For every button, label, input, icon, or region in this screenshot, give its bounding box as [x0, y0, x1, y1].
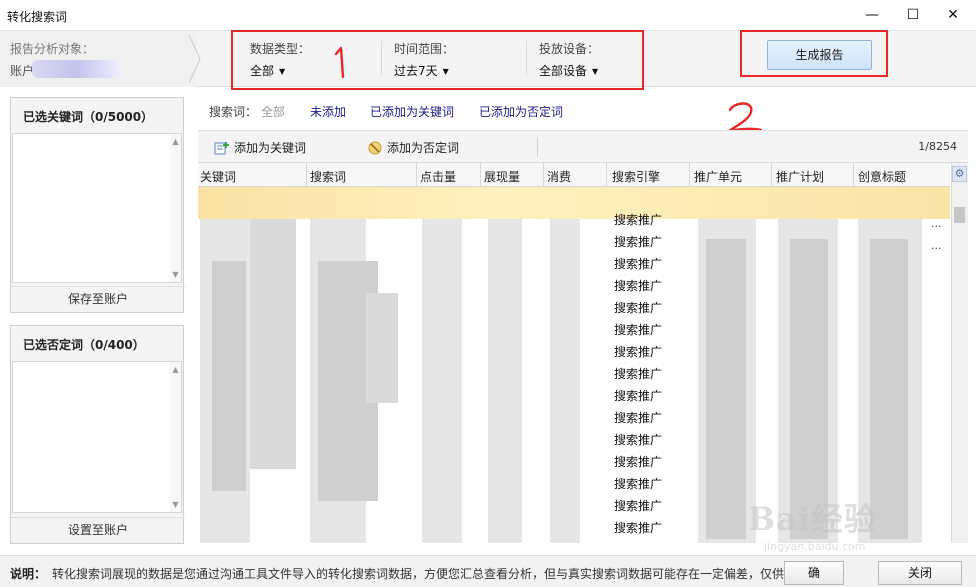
save-to-account-button[interactable]: 保存至账户	[11, 286, 185, 313]
search-engine-cell: 搜索推广	[614, 279, 663, 293]
minimize-button[interactable]: —	[860, 4, 884, 26]
more-indicator: ...	[931, 239, 942, 252]
redacted-account-name	[32, 60, 120, 78]
column-header-creative-title[interactable]: 创意标题	[858, 168, 906, 185]
report-target-label: 报告分析对象：	[10, 42, 95, 56]
search-engine-cell: 搜索推广	[614, 257, 663, 271]
scroll-down-icon[interactable]: ▼	[171, 270, 180, 279]
ok-button[interactable]: 确	[784, 561, 844, 585]
table-header: 关键词 搜索词 点击量 展现量 消费 搜索引擎 推广单元 推广计划 创意标题	[198, 163, 950, 187]
redacted-cell-block	[250, 219, 296, 469]
column-divider	[543, 163, 544, 187]
search-term-filter: 搜索词： 全部 未添加 已添加为关键词 已添加为否定词	[200, 96, 970, 126]
search-engine-cell: 搜索推广	[614, 521, 663, 535]
redacted-cell-block	[706, 239, 746, 539]
search-engine-cell: 搜索推广	[614, 213, 663, 227]
redacted-cell-block	[366, 293, 398, 403]
column-divider	[853, 163, 854, 187]
filter-added-keyword[interactable]: 已添加为关键词	[370, 103, 454, 120]
search-engine-cell: 搜索推广	[614, 323, 663, 337]
selected-table-row[interactable]	[198, 187, 950, 219]
pagination-indicator: 1/8254	[918, 140, 957, 153]
redacted-cell-block	[212, 261, 246, 491]
column-divider	[771, 163, 772, 187]
selected-keywords-title: 已选关键词（0/5000）	[23, 110, 154, 124]
selected-negatives-list[interactable]: ▲ ▼	[12, 361, 182, 513]
search-engine-cell: 搜索推广	[614, 367, 663, 381]
column-header-search-engine[interactable]: 搜索引擎	[612, 168, 660, 185]
search-engine-cell: 搜索推广	[614, 301, 663, 315]
title-bar: 转化搜索词 — ☐ ✕	[0, 0, 976, 31]
gear-icon[interactable]: ⚙	[952, 166, 967, 182]
note-label: 说明：	[10, 567, 47, 581]
filter-not-added[interactable]: 未添加	[310, 103, 346, 120]
column-header-cost[interactable]: 消费	[547, 168, 571, 185]
search-engine-cell: 搜索推广	[614, 433, 663, 447]
scroll-up-icon[interactable]: ▲	[171, 137, 180, 146]
search-engine-cell: 搜索推广	[614, 477, 663, 491]
redacted-cell-block	[488, 219, 522, 543]
search-term-table: 关键词 搜索词 点击量 展现量 消费 搜索引擎 推广单元 推广计划 创意标题 搜…	[198, 163, 950, 543]
search-engine-cell: 搜索推广	[614, 235, 663, 249]
search-engine-cell: 搜索推广	[614, 345, 663, 359]
report-target: 报告分析对象： 账户	[0, 31, 196, 87]
column-divider	[606, 163, 607, 187]
search-engine-cell: 搜索推广	[614, 411, 663, 425]
scroll-down-icon[interactable]: ▼	[171, 500, 180, 509]
search-engine-cell: 搜索推广	[614, 499, 663, 513]
column-header-search-term[interactable]: 搜索词	[310, 168, 346, 185]
window-title: 转化搜索词	[7, 10, 68, 24]
search-engine-cell: 搜索推广	[614, 389, 663, 403]
add-as-negative-button[interactable]: 添加为否定词	[367, 139, 459, 156]
set-to-account-button[interactable]: 设置至账户	[11, 517, 185, 544]
filter-all[interactable]: 全部	[261, 103, 285, 120]
maximize-button[interactable]: ☐	[901, 4, 925, 26]
scroll-up-icon[interactable]: ▲	[171, 365, 180, 374]
scrollbar-thumb[interactable]	[954, 207, 965, 223]
close-button[interactable]: 关闭	[878, 561, 962, 585]
column-header-ad-group[interactable]: 推广单元	[694, 168, 742, 185]
selected-negatives-title: 已选否定词（0/400）	[23, 338, 145, 352]
search-term-label: 搜索词：	[209, 105, 258, 119]
column-header-keyword[interactable]: 关键词	[200, 168, 236, 185]
watermark-brand: Bai经验	[748, 500, 877, 538]
watermark-url: jingyan.baidu.com	[764, 540, 866, 553]
column-divider	[480, 163, 481, 187]
selected-negatives-panel: 已选否定词（0/400） ▲ ▼ 设置至账户	[10, 325, 185, 544]
forbidden-icon	[368, 141, 382, 155]
scrollbar[interactable]: ▲ ▼	[170, 362, 181, 512]
watermark: Bai经验 jingyan.baidu.com	[748, 488, 918, 558]
grid-toolbar: 添加为关键词 添加为否定词 1/8254	[198, 130, 968, 163]
filter-added-negative[interactable]: 已添加为否定词	[479, 103, 563, 120]
add-keyword-icon	[214, 142, 229, 155]
status-bar: 说明： 转化搜索词展现的数据是您通过沟通工具文件导入的转化搜索词数据，方便您汇总…	[0, 555, 976, 587]
selected-keywords-list[interactable]: ▲ ▼	[12, 133, 182, 283]
divider	[537, 137, 538, 157]
column-header-campaign[interactable]: 推广计划	[776, 168, 824, 185]
scrollbar[interactable]: ▲ ▼	[170, 134, 181, 282]
search-engine-cell: 搜索推广	[614, 455, 663, 469]
redacted-cell-block	[422, 219, 462, 543]
chevron-right-icon	[188, 35, 201, 83]
add-as-keyword-button[interactable]: 添加为关键词	[214, 139, 306, 156]
close-window-button[interactable]: ✕	[941, 4, 965, 26]
more-indicator: ...	[931, 217, 942, 230]
annotation-number-1	[334, 46, 345, 79]
column-divider	[689, 163, 690, 187]
column-divider	[416, 163, 417, 187]
column-divider	[306, 163, 307, 187]
selected-keywords-panel: 已选关键词（0/5000） ▲ ▼ 保存至账户	[10, 97, 185, 313]
column-header-impressions[interactable]: 展现量	[484, 168, 520, 185]
note-text: 转化搜索词展现的数据是您通过沟通工具文件导入的转化搜索词数据，方便您汇总查看分析…	[52, 567, 821, 581]
report-target-account: 账户	[10, 64, 35, 78]
redacted-cell-block	[550, 219, 580, 543]
column-header-clicks[interactable]: 点击量	[420, 168, 456, 185]
annotation-box-1	[231, 30, 644, 90]
annotation-box-2	[740, 30, 888, 77]
